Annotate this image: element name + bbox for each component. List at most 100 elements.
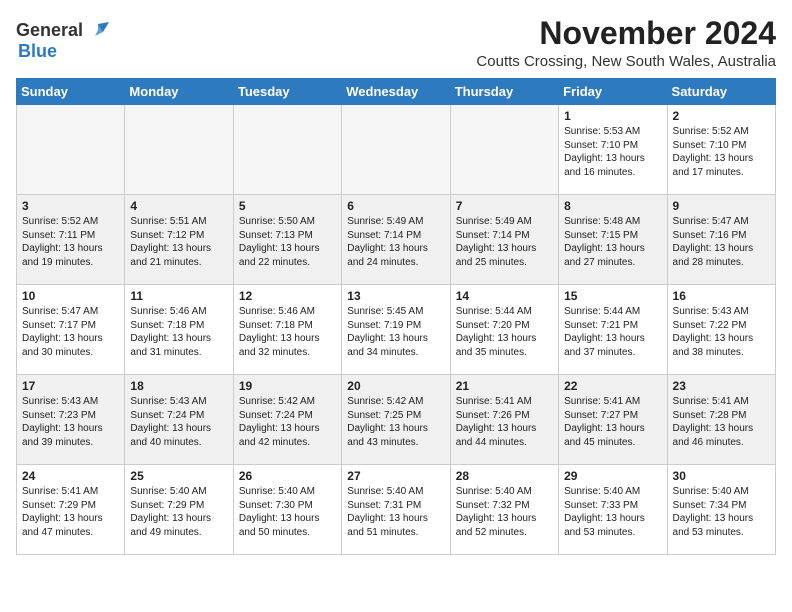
day-number: 23 xyxy=(673,379,770,393)
day-info: Sunrise: 5:40 AMSunset: 7:33 PMDaylight:… xyxy=(564,485,661,539)
calendar-cell: 28 Sunrise: 5:40 AMSunset: 7:32 PMDayligh… xyxy=(450,465,558,555)
day-info: Sunrise: 5:49 AMSunset: 7:14 PMDaylight:… xyxy=(456,215,553,269)
weekday-header-thursday: Thursday xyxy=(450,79,558,105)
calendar-cell xyxy=(233,105,341,195)
calendar-cell: 27 Sunrise: 5:40 AMSunset: 7:31 PMDayligh… xyxy=(342,465,450,555)
day-number: 11 xyxy=(130,289,227,303)
day-number: 5 xyxy=(239,199,336,213)
day-info: Sunrise: 5:50 AMSunset: 7:13 PMDaylight:… xyxy=(239,215,336,269)
calendar-cell xyxy=(17,105,125,195)
day-info: Sunrise: 5:52 AMSunset: 7:11 PMDaylight:… xyxy=(22,215,119,269)
day-number: 1 xyxy=(564,109,661,123)
day-number: 28 xyxy=(456,469,553,483)
day-number: 12 xyxy=(239,289,336,303)
calendar-cell xyxy=(125,105,233,195)
day-number: 7 xyxy=(456,199,553,213)
calendar-week-row: 10 Sunrise: 5:47 AMSunset: 7:17 PMDayligh… xyxy=(17,285,776,375)
calendar-week-row: 3 Sunrise: 5:52 AMSunset: 7:11 PMDaylight… xyxy=(17,195,776,285)
day-number: 19 xyxy=(239,379,336,393)
logo: General Blue xyxy=(16,20,109,62)
month-title: November 2024 xyxy=(476,16,776,51)
calendar-cell: 20Sunrise: 5:42 AMSunset: 7:25 PMDayligh… xyxy=(342,375,450,465)
day-info: Sunrise: 5:47 AMSunset: 7:17 PMDaylight:… xyxy=(22,305,119,359)
calendar-cell xyxy=(450,105,558,195)
day-info: Sunrise: 5:52 AMSunset: 7:10 PMDaylight:… xyxy=(673,125,770,179)
day-info: Sunrise: 5:40 AMSunset: 7:29 PMDaylight:… xyxy=(130,485,227,539)
weekday-header-saturday: Saturday xyxy=(667,79,775,105)
day-info: Sunrise: 5:41 AMSunset: 7:27 PMDaylight:… xyxy=(564,395,661,449)
day-number: 22 xyxy=(564,379,661,393)
weekday-header-friday: Friday xyxy=(559,79,667,105)
calendar-cell: 25Sunrise: 5:40 AMSunset: 7:29 PMDayligh… xyxy=(125,465,233,555)
calendar-cell: 23 Sunrise: 5:41 AMSunset: 7:28 PMDayligh… xyxy=(667,375,775,465)
calendar-table: SundayMondayTuesdayWednesdayThursdayFrid… xyxy=(16,78,776,555)
logo-bird-icon xyxy=(87,22,109,40)
calendar-cell: 2 Sunrise: 5:52 AMSunset: 7:10 PMDaylight… xyxy=(667,105,775,195)
day-info: Sunrise: 5:51 AMSunset: 7:12 PMDaylight:… xyxy=(130,215,227,269)
weekday-header-row: SundayMondayTuesdayWednesdayThursdayFrid… xyxy=(17,79,776,105)
day-info: Sunrise: 5:40 AMSunset: 7:30 PMDaylight:… xyxy=(239,485,336,539)
calendar-cell: 17Sunrise: 5:43 AMSunset: 7:23 PMDayligh… xyxy=(17,375,125,465)
calendar-cell: 5 Sunrise: 5:50 AMSunset: 7:13 PMDaylight… xyxy=(233,195,341,285)
calendar-cell: 24 Sunrise: 5:41 AMSunset: 7:29 PMDayligh… xyxy=(17,465,125,555)
day-number: 4 xyxy=(130,199,227,213)
day-number: 27 xyxy=(347,469,444,483)
day-info: Sunrise: 5:53 AMSunset: 7:10 PMDaylight:… xyxy=(564,125,661,179)
page-header: General Blue November 2024 Coutts Crossi… xyxy=(16,16,776,70)
weekday-header-sunday: Sunday xyxy=(17,79,125,105)
calendar-cell: 19Sunrise: 5:42 AMSunset: 7:24 PMDayligh… xyxy=(233,375,341,465)
day-info: Sunrise: 5:40 AMSunset: 7:34 PMDaylight:… xyxy=(673,485,770,539)
day-info: Sunrise: 5:47 AMSunset: 7:16 PMDaylight:… xyxy=(673,215,770,269)
weekday-header-tuesday: Tuesday xyxy=(233,79,341,105)
day-info: Sunrise: 5:43 AMSunset: 7:22 PMDaylight:… xyxy=(673,305,770,359)
day-number: 26 xyxy=(239,469,336,483)
calendar-cell: 4 Sunrise: 5:51 AMSunset: 7:12 PMDaylight… xyxy=(125,195,233,285)
weekday-header-monday: Monday xyxy=(125,79,233,105)
day-info: Sunrise: 5:46 AMSunset: 7:18 PMDaylight:… xyxy=(239,305,336,359)
day-info: Sunrise: 5:41 AMSunset: 7:28 PMDaylight:… xyxy=(673,395,770,449)
calendar-cell: 6 Sunrise: 5:49 AMSunset: 7:14 PMDaylight… xyxy=(342,195,450,285)
calendar-cell: 3 Sunrise: 5:52 AMSunset: 7:11 PMDaylight… xyxy=(17,195,125,285)
calendar-cell: 8Sunrise: 5:48 AMSunset: 7:15 PMDaylight… xyxy=(559,195,667,285)
calendar-cell xyxy=(342,105,450,195)
day-info: Sunrise: 5:49 AMSunset: 7:14 PMDaylight:… xyxy=(347,215,444,269)
calendar-cell: 7 Sunrise: 5:49 AMSunset: 7:14 PMDaylight… xyxy=(450,195,558,285)
day-number: 3 xyxy=(22,199,119,213)
day-info: Sunrise: 5:42 AMSunset: 7:25 PMDaylight:… xyxy=(347,395,444,449)
calendar-cell: 22 Sunrise: 5:41 AMSunset: 7:27 PMDayligh… xyxy=(559,375,667,465)
day-number: 10 xyxy=(22,289,119,303)
calendar-cell: 14Sunrise: 5:44 AMSunset: 7:20 PMDayligh… xyxy=(450,285,558,375)
calendar-cell: 29 Sunrise: 5:40 AMSunset: 7:33 PMDayligh… xyxy=(559,465,667,555)
day-info: Sunrise: 5:45 AMSunset: 7:19 PMDaylight:… xyxy=(347,305,444,359)
calendar-cell: 12 Sunrise: 5:46 AMSunset: 7:18 PMDayligh… xyxy=(233,285,341,375)
day-number: 24 xyxy=(22,469,119,483)
calendar-cell: 26 Sunrise: 5:40 AMSunset: 7:30 PMDayligh… xyxy=(233,465,341,555)
calendar-cell: 16Sunrise: 5:43 AMSunset: 7:22 PMDayligh… xyxy=(667,285,775,375)
location-title: Coutts Crossing, New South Wales, Austra… xyxy=(476,53,776,70)
day-number: 29 xyxy=(564,469,661,483)
day-info: Sunrise: 5:41 AMSunset: 7:26 PMDaylight:… xyxy=(456,395,553,449)
title-area: November 2024 Coutts Crossing, New South… xyxy=(476,16,776,70)
day-number: 13 xyxy=(347,289,444,303)
day-number: 6 xyxy=(347,199,444,213)
day-number: 2 xyxy=(673,109,770,123)
day-info: Sunrise: 5:41 AMSunset: 7:29 PMDaylight:… xyxy=(22,485,119,539)
day-info: Sunrise: 5:43 AMSunset: 7:23 PMDaylight:… xyxy=(22,395,119,449)
calendar-cell: 30 Sunrise: 5:40 AMSunset: 7:34 PMDayligh… xyxy=(667,465,775,555)
day-info: Sunrise: 5:40 AMSunset: 7:32 PMDaylight:… xyxy=(456,485,553,539)
day-number: 30 xyxy=(673,469,770,483)
calendar-cell: 1 Sunrise: 5:53 AMSunset: 7:10 PMDaylight… xyxy=(559,105,667,195)
day-info: Sunrise: 5:48 AMSunset: 7:15 PMDaylight:… xyxy=(564,215,661,269)
day-number: 21 xyxy=(456,379,553,393)
calendar-cell: 11 Sunrise: 5:46 AMSunset: 7:18 PMDayligh… xyxy=(125,285,233,375)
day-number: 14 xyxy=(456,289,553,303)
logo-general: General xyxy=(16,20,83,41)
calendar-cell: 10 Sunrise: 5:47 AMSunset: 7:17 PMDayligh… xyxy=(17,285,125,375)
calendar-cell: 18Sunrise: 5:43 AMSunset: 7:24 PMDayligh… xyxy=(125,375,233,465)
calendar-week-row: 24 Sunrise: 5:41 AMSunset: 7:29 PMDayligh… xyxy=(17,465,776,555)
calendar-week-row: 17Sunrise: 5:43 AMSunset: 7:23 PMDayligh… xyxy=(17,375,776,465)
calendar-cell: 9Sunrise: 5:47 AMSunset: 7:16 PMDaylight… xyxy=(667,195,775,285)
day-info: Sunrise: 5:46 AMSunset: 7:18 PMDaylight:… xyxy=(130,305,227,359)
day-info: Sunrise: 5:40 AMSunset: 7:31 PMDaylight:… xyxy=(347,485,444,539)
day-number: 18 xyxy=(130,379,227,393)
